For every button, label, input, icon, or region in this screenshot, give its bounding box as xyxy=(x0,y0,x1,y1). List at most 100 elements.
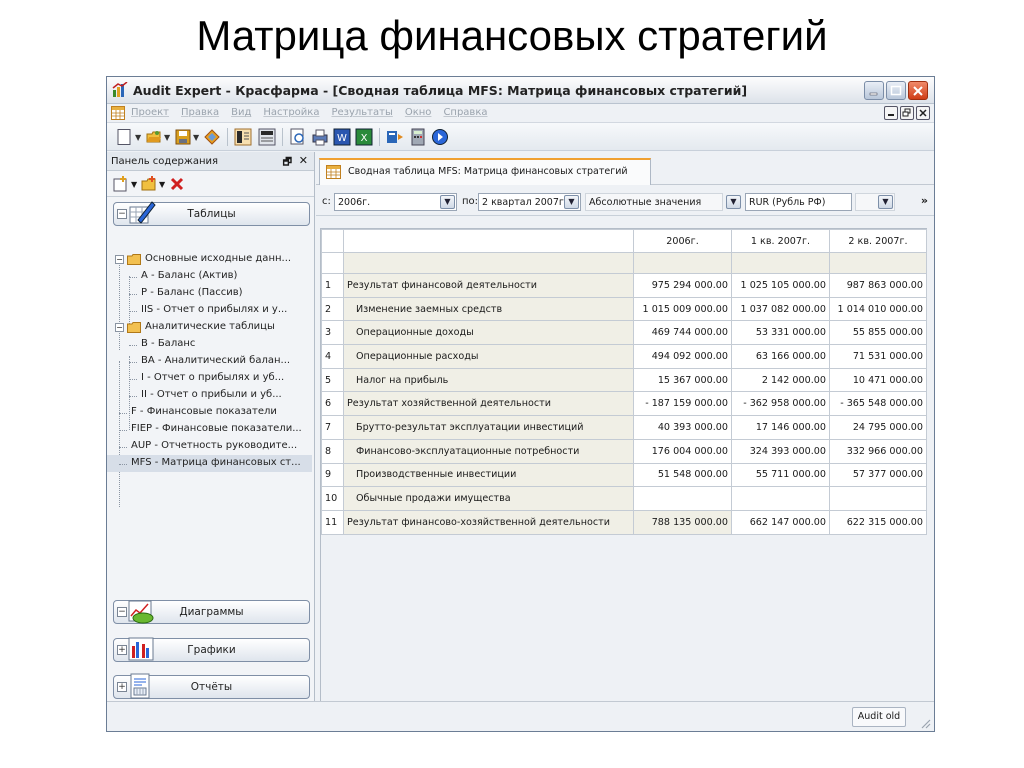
toolbar: ▼ ▼ ▼ W X xyxy=(107,123,934,151)
new-document-icon[interactable] xyxy=(115,128,133,146)
chevron-down-icon[interactable]: ▼ xyxy=(878,195,893,209)
excel-export-icon[interactable]: X xyxy=(355,128,373,146)
column-header[interactable]: 1 кв. 2007г. xyxy=(731,229,830,253)
table-row[interactable]: 6 Результат хозяйственной деятельности -… xyxy=(321,391,927,417)
collapse-icon[interactable]: − xyxy=(115,255,124,264)
close-button[interactable] xyxy=(908,81,928,100)
mfs-table: 2006г. 1 кв. 2007г. 2 кв. 2007г. 1 Резул… xyxy=(320,228,927,703)
mdi-close-button[interactable] xyxy=(916,106,930,120)
tree-item-f[interactable]: F - Финансовые показатели xyxy=(107,404,312,421)
group-graphs-label: Графики xyxy=(187,644,236,656)
word-export-icon[interactable]: W xyxy=(333,128,351,146)
svg-text:W: W xyxy=(337,133,347,144)
tree-item-ii[interactable]: II - Отчет о прибыли и уб... xyxy=(107,387,312,404)
add-item-dropdown-icon[interactable]: ▼ xyxy=(131,180,137,189)
add-item-icon[interactable] xyxy=(113,176,129,192)
tree-item-a-balance[interactable]: А - Баланс (Актив) xyxy=(107,268,312,285)
audit-old-button[interactable]: Audit old xyxy=(852,707,906,727)
menu-edit[interactable]: Правка xyxy=(181,107,219,118)
close-icon[interactable]: ✕ xyxy=(299,154,308,167)
table-row[interactable]: 2 Изменение заемных средств 1 015 009 00… xyxy=(321,296,927,322)
tree-item-fiep[interactable]: FIEP - Финансовые показатели... xyxy=(107,421,312,438)
group-reports-label: Отчёты xyxy=(190,681,233,693)
add-folder-dropdown-icon[interactable]: ▼ xyxy=(159,180,165,189)
to-period-select[interactable]: 2 квартал 2007г. ▼ xyxy=(478,193,581,211)
tree-item-ba[interactable]: ВА - Аналитический балан... xyxy=(107,353,312,370)
table-document-icon xyxy=(326,165,341,179)
table-row[interactable]: 4 Операционные расходы 494 092 000.00 63… xyxy=(321,344,927,369)
group-diagrams-button[interactable]: − Диаграммы xyxy=(113,600,310,624)
close-icon xyxy=(919,109,927,117)
menu-settings[interactable]: Настройка xyxy=(263,107,319,118)
tree-folder-analytical[interactable]: − Аналитические таблицы xyxy=(107,319,312,336)
panel-view-icon[interactable] xyxy=(258,128,276,146)
menu-window[interactable]: Окно xyxy=(405,107,432,118)
content-panel-toolbar: ▼ ▼ xyxy=(107,171,314,197)
chevron-down-icon[interactable]: ▼ xyxy=(440,195,455,209)
menu-view[interactable]: Вид xyxy=(231,107,251,118)
tree-item-iis[interactable]: IIS - Отчет о прибылях и у... xyxy=(107,302,312,319)
document-tabs: Сводная таблица MFS: Матрица финансовых … xyxy=(316,152,934,185)
tree-item-mfs[interactable]: MFS - Матрица финансовых ст... xyxy=(107,455,312,472)
table-view-icon[interactable] xyxy=(234,128,252,146)
table-row[interactable]: 8 Финансово-эксплуатационные потребности… xyxy=(321,438,927,464)
table-row[interactable]: 7 Брутто-результат эксплуатации инвестиц… xyxy=(321,415,927,440)
menu-help[interactable]: Справка xyxy=(443,107,487,118)
run-icon[interactable] xyxy=(431,128,449,146)
menu-project[interactable]: Проект xyxy=(131,107,169,118)
resize-grip-icon[interactable] xyxy=(919,717,931,729)
group-tables-button[interactable]: − Таблицы xyxy=(113,201,310,226)
preview-icon[interactable] xyxy=(289,128,307,146)
calculator-icon[interactable] xyxy=(409,128,427,146)
chevron-down-icon[interactable]: ▼ xyxy=(564,195,579,209)
toolbar-overflow-button[interactable]: » xyxy=(921,194,928,207)
save-dropdown-icon[interactable]: ▼ xyxy=(193,133,199,142)
from-period-select[interactable]: 2006г. ▼ xyxy=(334,193,457,211)
group-graphs-button[interactable]: + Графики xyxy=(113,637,310,662)
content-panel-title: Панель содержания xyxy=(111,156,219,167)
calculate-icon[interactable] xyxy=(386,128,404,146)
maximize-button[interactable] xyxy=(886,81,906,100)
table-row[interactable]: 3 Операционные доходы 469 744 000.00 53 … xyxy=(321,320,927,346)
group-reports-button[interactable]: + Отчёты xyxy=(113,673,310,699)
collapse-icon[interactable]: − xyxy=(115,323,124,332)
values-mode-select[interactable]: Абсолютные значения ▼ xyxy=(585,193,741,211)
content-panel: Панель содержания 🗗 ✕ ▼ ▼ − Таблицы − Ос… xyxy=(107,152,315,712)
close-icon xyxy=(913,86,923,96)
tab-mfs[interactable]: Сводная таблица MFS: Матрица финансовых … xyxy=(319,158,651,185)
tree-item-i[interactable]: I - Отчет о прибылях и уб... xyxy=(107,370,312,387)
window-title: Audit Expert - Красфарма - [Сводная табл… xyxy=(133,83,748,98)
tree-item-b-balance[interactable]: В - Баланс xyxy=(107,336,312,353)
tree-folder-source-data[interactable]: − Основные исходные данн... xyxy=(107,251,312,268)
new-dropdown-icon[interactable]: ▼ xyxy=(135,133,141,142)
save-icon[interactable] xyxy=(174,128,192,146)
table-row[interactable]: 11 Результат финансово-хозяйственной дея… xyxy=(321,509,927,535)
table-row[interactable]: 10 Обычные продажи имущества xyxy=(321,486,927,511)
currency-select[interactable]: RUR (Рубль РФ) xyxy=(745,193,852,211)
column-header[interactable]: 2006г. xyxy=(633,229,732,253)
folder-icon xyxy=(127,254,141,265)
chevron-down-icon[interactable]: ▼ xyxy=(726,195,741,209)
pin-icon[interactable]: 🗗 xyxy=(283,155,292,172)
open-folder-icon[interactable] xyxy=(145,128,163,146)
open-dropdown-icon[interactable]: ▼ xyxy=(164,133,170,142)
delete-icon[interactable] xyxy=(169,176,185,192)
minimize-button[interactable] xyxy=(864,81,884,100)
minimize-icon xyxy=(869,92,878,96)
maximize-icon xyxy=(890,85,902,96)
mdi-minimize-button[interactable] xyxy=(884,106,898,120)
extra-select[interactable]: ▼ xyxy=(855,193,895,211)
svg-text:X: X xyxy=(361,133,368,144)
table-row[interactable]: 5 Налог на прибыль 15 367 000.00 2 142 0… xyxy=(321,367,927,393)
add-folder-icon[interactable] xyxy=(141,176,157,192)
diamond-icon[interactable] xyxy=(203,128,221,146)
mdi-restore-button[interactable] xyxy=(900,106,914,120)
table-row[interactable]: 9 Производственные инвестиции 51 548 000… xyxy=(321,462,927,488)
column-header[interactable]: 2 кв. 2007г. xyxy=(829,229,927,253)
tree-item-p-balance[interactable]: Р - Баланс (Пассив) xyxy=(107,285,312,302)
print-icon[interactable] xyxy=(311,128,329,146)
menu-results[interactable]: Результаты xyxy=(331,107,392,118)
table-row[interactable]: 1 Результат финансовой деятельности 975 … xyxy=(321,273,927,298)
tree-item-aup[interactable]: AUP - Отчетность руководите... xyxy=(107,438,312,455)
minimize-icon xyxy=(888,114,894,116)
